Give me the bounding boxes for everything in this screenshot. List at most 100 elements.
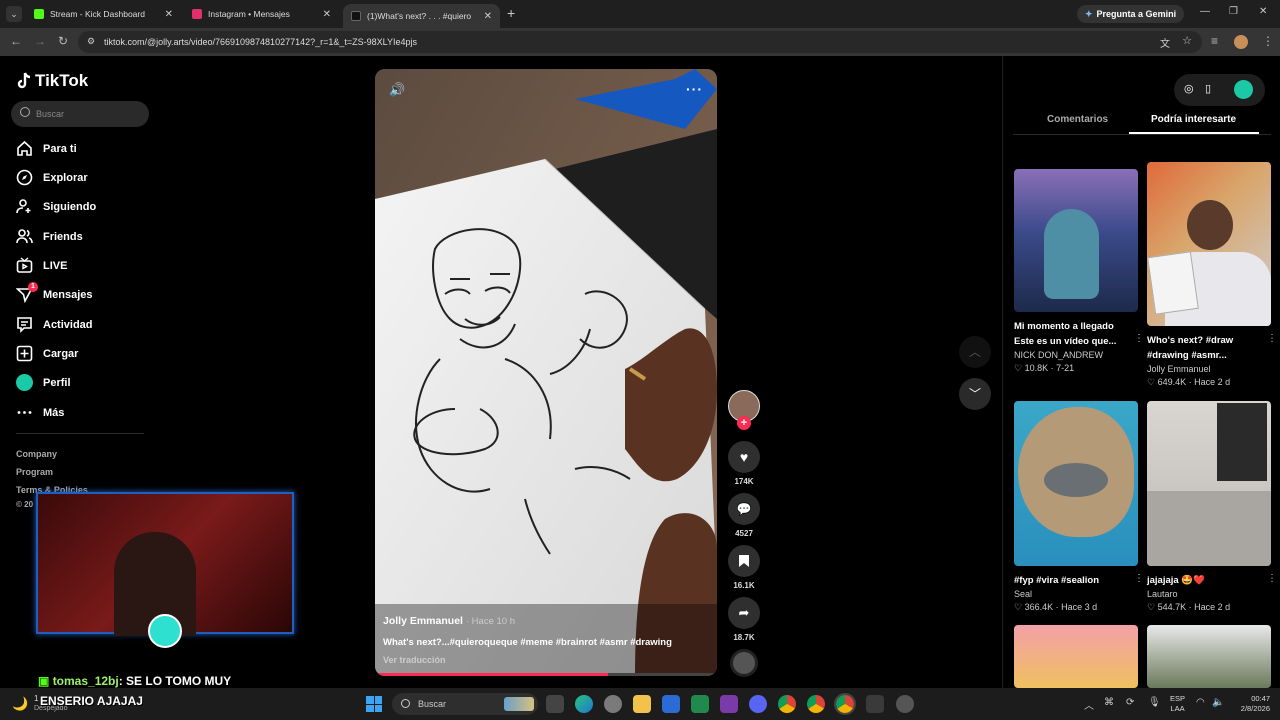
word-icon[interactable] [662, 695, 680, 713]
nav-actividad[interactable]: Actividad [16, 316, 93, 333]
tab-label: (1)What's next? . . . #quiero [367, 11, 472, 21]
nav-friends[interactable]: Friends [16, 228, 83, 245]
close-tab-icon[interactable]: ✕ [165, 9, 173, 20]
forward-icon[interactable]: → [34, 34, 46, 48]
edge-icon[interactable] [575, 695, 593, 713]
nav-explorar[interactable]: Explorar [16, 169, 88, 186]
card-author[interactable]: Seal [1014, 589, 1138, 599]
weather-icon[interactable]: 🌙 [12, 696, 28, 712]
browser-menu-icon[interactable]: ⋮ [1262, 34, 1274, 48]
store-icon[interactable] [866, 695, 884, 713]
save-button[interactable] [728, 545, 760, 577]
tray-network-icon[interactable]: ⌘ [1104, 697, 1114, 708]
site-info-icon[interactable]: ⚙ [87, 36, 95, 47]
gemini-button[interactable]: ✦ Pregunta a Gemini [1077, 5, 1185, 23]
tab-kick[interactable]: Stream - Kick Dashboard ✕ [26, 3, 181, 25]
recommended-card[interactable]: ⋮ jajajaja 🤩❤️ Lautaro ♡ 544.7K · Hace 2… [1147, 401, 1277, 613]
video-player[interactable]: 🔊 ··· Jolly Emmanuel · Hace 10 h What's … [375, 69, 717, 676]
tab-podria-interesarte[interactable]: Podría interesarte [1151, 114, 1236, 125]
card-author[interactable]: NICK DON_ANDREW [1014, 350, 1138, 360]
chrome-active-icon[interactable] [834, 693, 856, 715]
tray-wifi-icon[interactable]: ◠ [1196, 697, 1205, 708]
compass-icon[interactable]: ◎ [1184, 82, 1194, 95]
chrome-icon[interactable] [778, 695, 796, 713]
settings-icon[interactable] [604, 695, 622, 713]
creator-avatar[interactable]: + [728, 390, 760, 430]
search-input[interactable]: Buscar [11, 101, 149, 127]
nav-mensajes[interactable]: Mensajes 1 [16, 282, 93, 303]
translate-link[interactable]: Ver traducción [383, 655, 446, 665]
close-window-button[interactable]: ✕ [1259, 6, 1267, 17]
chrome-profile-icon[interactable] [807, 695, 825, 713]
taskbar-search[interactable]: Buscar [392, 693, 538, 715]
video-author[interactable]: Jolly Emmanuel [383, 615, 463, 627]
device-icon[interactable]: ▯ [1205, 82, 1211, 95]
progress-bar[interactable] [375, 673, 717, 676]
recommended-card[interactable]: ⋮ #fyp #vira #sealion Seal ♡ 366.4K · Ha… [1014, 401, 1144, 613]
tab-tiktok[interactable]: (1)What's next? . . . #quiero ✕ [343, 4, 500, 28]
onenote-icon[interactable] [720, 695, 738, 713]
card-author[interactable]: Lautaro [1147, 589, 1271, 599]
footer-company-link[interactable]: Company [16, 449, 57, 459]
nav-siguiendo[interactable]: Siguiendo [16, 198, 96, 215]
tab-list-button[interactable]: ⌄ [6, 6, 22, 22]
previous-video-button[interactable]: ︿ [959, 336, 991, 368]
card-thumbnail-partial[interactable] [1147, 625, 1271, 688]
follow-plus-button[interactable]: + [737, 416, 751, 430]
card-more-icon[interactable]: ⋮ [1134, 333, 1144, 344]
start-button[interactable] [366, 696, 382, 712]
file-explorer-icon[interactable] [633, 695, 651, 713]
card-more-icon[interactable]: ⋮ [1267, 573, 1277, 584]
recommended-card[interactable]: ⋮ Mi momento a llegado Este es un vídeo q… [1014, 169, 1144, 374]
tray-chevron-icon[interactable]: ︿ [1084, 697, 1094, 712]
tray-mic-icon[interactable]: 🎙 [1148, 697, 1161, 708]
minimize-button[interactable]: — [1200, 6, 1210, 17]
clock[interactable]: 00:47 2/8/2026 [1232, 694, 1270, 714]
discord-icon[interactable] [749, 695, 767, 713]
nav-para-ti[interactable]: Para ti [16, 140, 77, 157]
footer-program-link[interactable]: Program [16, 467, 53, 477]
input-language[interactable]: ESP LAA [1170, 694, 1185, 714]
nav-live[interactable]: LIVE [16, 257, 67, 274]
close-tab-icon[interactable]: ✕ [484, 11, 492, 22]
profile-avatar[interactable] [1234, 35, 1248, 49]
nav-label: Para ti [43, 142, 77, 155]
close-tab-icon[interactable]: ✕ [323, 9, 331, 20]
card-title: #fyp #vira #sealion [1014, 575, 1100, 586]
tab-instagram[interactable]: Instagram • Mensajes ✕ [184, 3, 339, 25]
bookmark-star-icon[interactable]: ☆ [1182, 34, 1192, 47]
app-icon[interactable] [896, 695, 914, 713]
tab-comentarios[interactable]: Comentarios [1047, 114, 1108, 125]
sound-disc[interactable] [728, 649, 760, 677]
user-avatar[interactable] [1234, 80, 1253, 99]
nav-perfil[interactable]: Perfil [16, 374, 71, 391]
excel-icon[interactable] [691, 695, 709, 713]
nav-mas[interactable]: Más [16, 404, 64, 421]
nav-cargar[interactable]: Cargar [16, 345, 78, 362]
reload-icon[interactable]: ↻ [58, 34, 68, 48]
url-bar[interactable]: ⚙ tiktok.com/@jolly.arts/video/766910987… [78, 31, 1202, 53]
card-more-icon[interactable]: ⋮ [1134, 573, 1144, 584]
recommended-card[interactable]: ⋮ Who's next? #draw #drawing #asmr... Jol… [1147, 162, 1277, 388]
card-more-icon[interactable]: ⋮ [1267, 333, 1277, 344]
volume-icon[interactable]: 🔊 [389, 82, 405, 98]
nav-label: Explorar [43, 171, 88, 184]
search-highlight-image [504, 697, 534, 711]
back-icon[interactable]: ← [10, 34, 22, 48]
like-button[interactable]: ♥ [728, 441, 760, 473]
card-author[interactable]: Jolly Emmanuel [1147, 364, 1271, 374]
tray-sync-icon[interactable]: ⟳ [1126, 697, 1134, 708]
new-tab-button[interactable]: + [507, 5, 515, 21]
task-view-icon[interactable] [546, 695, 564, 713]
tiktok-logo[interactable]: TikTok [16, 71, 88, 91]
nav-label: LIVE [43, 259, 68, 272]
media-control-icon[interactable]: ≡ [1211, 34, 1218, 48]
next-video-button[interactable]: ﹀ [959, 378, 991, 410]
translate-icon[interactable]: 文 [1160, 35, 1170, 50]
more-options-icon[interactable]: ··· [686, 81, 703, 97]
card-thumbnail-partial[interactable] [1014, 625, 1138, 688]
maximize-button[interactable]: ❐ [1229, 6, 1238, 17]
comment-button[interactable]: 💬 [728, 493, 760, 525]
share-button[interactable]: ➦ [728, 597, 760, 629]
tray-volume-icon[interactable]: 🔈 [1212, 697, 1224, 708]
